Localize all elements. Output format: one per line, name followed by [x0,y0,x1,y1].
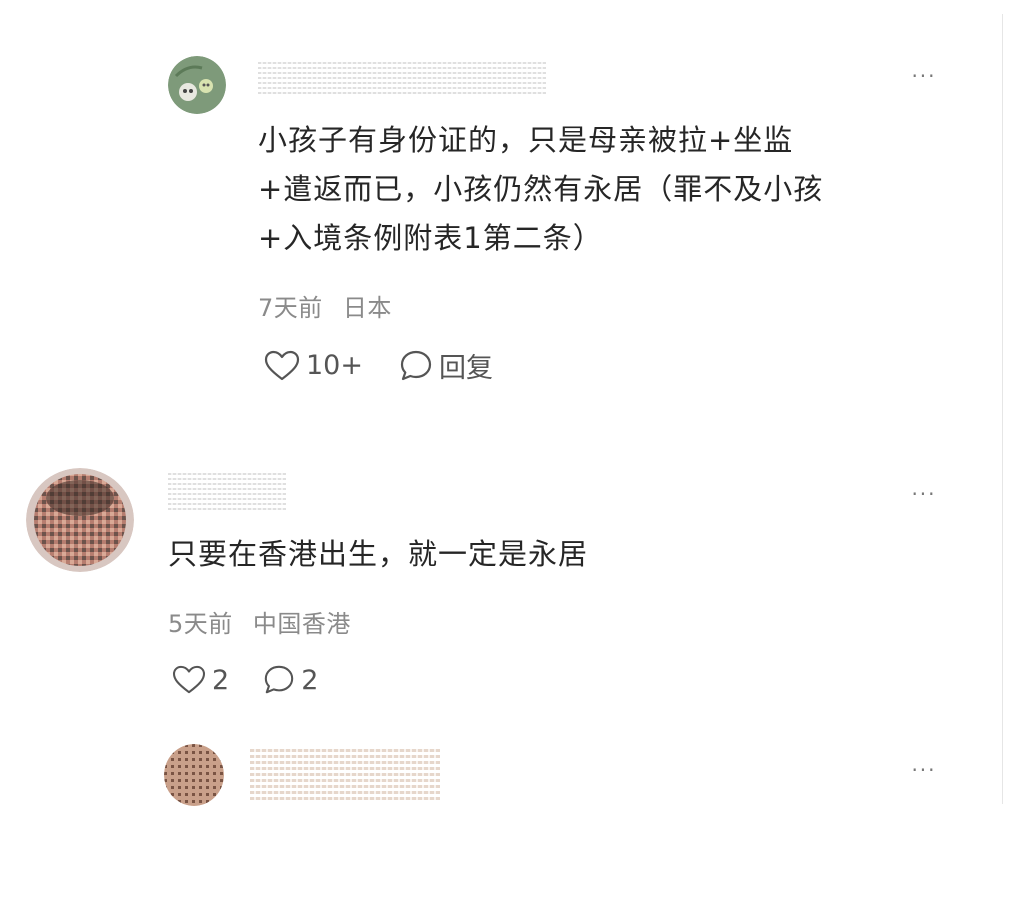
avatar-image [26,468,134,572]
ellipsis-icon: ··· [911,64,937,88]
comment-time: 5天前 [168,610,233,638]
reply-count: 2 [301,664,319,696]
comment-location: 日本 [342,294,392,322]
avatar[interactable] [26,468,134,572]
scroll-divider [1002,14,1003,804]
comment-location: 中国香港 [252,610,351,638]
like-button[interactable]: 2 [172,665,229,696]
comment-meta: 7天前 日本 [258,288,392,323]
comment-time: 7天前 [258,294,323,322]
username-redacted[interactable] [168,470,286,510]
heart-outline-icon [172,665,206,694]
ellipsis-icon: ··· [911,758,937,782]
comment-meta: 5天前 中国香港 [168,604,351,639]
speech-bubble-outline-icon [400,350,432,380]
comment-actions: 2 2 [172,664,318,696]
like-button[interactable]: 10+ [264,350,363,382]
comment-text: 小孩子有身份证的，只是母亲被拉+坐监 +遣返而已，小孩仍然有永居（罪不及小孩 +… [258,123,824,255]
reply-label: 回复 [438,353,493,384]
avatar[interactable] [164,744,224,806]
comment-thread: ··· 小孩子有身份证的，只是母亲被拉+坐监 +遣返而已，小孩仍然有永居（罪不及… [0,0,1024,915]
comment-actions: 10+ 回复 [264,346,493,385]
username-redacted[interactable] [250,746,440,800]
reply-button[interactable]: 回复 [399,346,493,385]
comment-text: 只要在香港出生，就一定是永居 [168,537,589,571]
ellipsis-icon: ··· [911,482,937,506]
more-options-button[interactable]: ··· [904,66,944,92]
like-count: 2 [212,664,230,696]
speech-bubble-outline-icon [264,665,294,694]
more-options-button[interactable]: ··· [904,484,944,510]
like-count: 10+ [306,350,363,381]
heart-outline-icon [264,350,300,380]
more-options-button[interactable]: ··· [904,760,944,786]
avatar-image [168,56,226,114]
avatar-image [164,744,224,806]
reply-button[interactable]: 2 [263,664,318,696]
avatar[interactable] [168,56,226,114]
username-redacted[interactable] [258,60,546,94]
